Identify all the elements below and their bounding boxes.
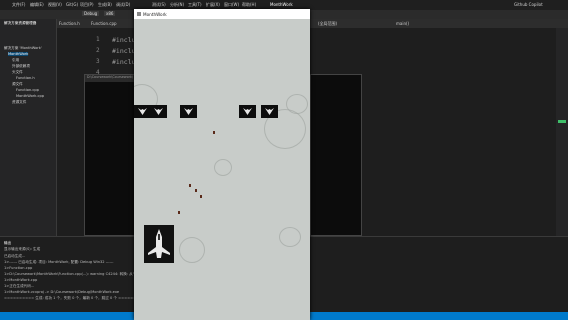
menu-extensions[interactable]: 扩展(X) bbox=[206, 2, 220, 8]
config-select[interactable]: Debug bbox=[82, 11, 100, 16]
solution-explorer: 解决方案资源管理器 解决方案 'MonthWork' MonthWork 引用 … bbox=[0, 19, 57, 236]
console-window: D:\Coursework\Coursework\ bbox=[84, 74, 138, 236]
enemy-plane bbox=[239, 105, 256, 118]
project-title: MonthWork bbox=[270, 2, 293, 7]
bullet bbox=[200, 195, 202, 198]
enemy-plane bbox=[180, 105, 197, 118]
output-line: 1>Function.cpp bbox=[4, 266, 33, 270]
menu-tools[interactable]: 工具(T) bbox=[188, 2, 202, 8]
bullet bbox=[178, 211, 180, 214]
tree-item[interactable]: 引用 bbox=[12, 58, 19, 63]
output-line: 1>MonthWork.vcxproj -> D:\Coursework\Deb… bbox=[4, 290, 120, 294]
code-line: #inclu bbox=[112, 47, 136, 55]
tree-item[interactable]: MonthWork bbox=[8, 52, 29, 56]
output-line: 已启动生成... bbox=[4, 254, 26, 258]
menu-view[interactable]: 视图(V) bbox=[48, 2, 62, 8]
menu-test[interactable]: 测试(S) bbox=[152, 2, 166, 8]
menu-project[interactable]: 项目(P) bbox=[80, 2, 94, 8]
console-title: D:\Coursework\Coursework\ bbox=[85, 75, 137, 82]
menu-build[interactable]: 生成(B) bbox=[98, 2, 112, 8]
line-number: 1 bbox=[96, 36, 100, 43]
tree-item[interactable]: 外部依赖项 bbox=[12, 64, 30, 69]
copilot-label[interactable]: Github Copilot bbox=[514, 2, 543, 7]
asteroid-decoration bbox=[214, 159, 232, 176]
menu-file[interactable]: 文件(F) bbox=[12, 2, 25, 8]
output-line: ========== 生成: 成功 1 个，失败 0 个，最新 0 个，跳过 0… bbox=[4, 296, 149, 300]
menu-debug[interactable]: 调试(D) bbox=[116, 2, 130, 8]
menu-edit[interactable]: 编辑(E) bbox=[30, 2, 44, 8]
code-line: #inclu bbox=[112, 36, 136, 44]
scope-select[interactable]: (全局范围) bbox=[318, 21, 337, 27]
output-line: 1>正在生成代码... bbox=[4, 284, 35, 288]
enemy-plane bbox=[150, 105, 167, 118]
bullet bbox=[195, 189, 197, 192]
game-window[interactable]: MonthWork bbox=[134, 9, 310, 320]
tree-item[interactable]: Function.h bbox=[16, 76, 35, 80]
scroll-marker bbox=[558, 120, 566, 123]
output-line: 1>------ 已启动生成: 项目: MonthWork, 配置: Debug… bbox=[4, 260, 114, 264]
tree-item[interactable]: 源文件 bbox=[12, 82, 23, 87]
code-line: #inclu bbox=[112, 58, 136, 66]
game-title-bar: MonthWork bbox=[134, 9, 310, 19]
output-source[interactable]: 显示输出来源(S): 生成 bbox=[4, 247, 40, 252]
tree-item[interactable]: Function.cpp bbox=[16, 88, 39, 92]
app-icon bbox=[137, 12, 141, 16]
bullet bbox=[189, 184, 191, 187]
player-ship[interactable] bbox=[144, 225, 174, 263]
editor-tabs: Function.h Function.cpp bbox=[57, 19, 135, 28]
editor-nav-bar: (全局范围) main() bbox=[310, 19, 568, 28]
line-number: 3 bbox=[96, 58, 100, 65]
enemy-plane bbox=[134, 105, 151, 118]
tree-item[interactable]: 头文件 bbox=[12, 70, 23, 75]
menu-analyze[interactable]: 分析(N) bbox=[170, 2, 184, 8]
game-title: MonthWork bbox=[143, 11, 167, 17]
enemy-plane bbox=[261, 105, 278, 118]
solution-explorer-title: 解决方案资源管理器 bbox=[4, 21, 37, 25]
platform-select[interactable]: x86 bbox=[104, 11, 116, 16]
asteroid-decoration bbox=[286, 94, 308, 114]
console-window-right bbox=[310, 74, 362, 236]
editor-scrollbar[interactable] bbox=[556, 28, 568, 236]
tree-item[interactable]: MonthWork.cpp bbox=[16, 94, 44, 98]
tree-item[interactable]: 资源文件 bbox=[12, 100, 26, 105]
tree-item[interactable]: 解决方案 'MonthWork' bbox=[4, 46, 42, 51]
function-select[interactable]: main() bbox=[396, 21, 409, 26]
tab-function-cpp[interactable]: Function.cpp bbox=[91, 21, 117, 26]
asteroid-decoration bbox=[179, 237, 205, 263]
menu-help[interactable]: 帮助(H) bbox=[242, 2, 256, 8]
line-number: 2 bbox=[96, 47, 100, 54]
output-title: 输出 bbox=[4, 241, 12, 245]
menu-git[interactable]: Git(G) bbox=[66, 2, 78, 7]
asteroid-decoration bbox=[279, 227, 301, 247]
output-line: 1>MonthWork.cpp bbox=[4, 278, 38, 282]
tab-function-h[interactable]: Function.h bbox=[59, 21, 80, 26]
menu-window[interactable]: 窗口(W) bbox=[224, 2, 239, 8]
bullet bbox=[213, 131, 215, 134]
